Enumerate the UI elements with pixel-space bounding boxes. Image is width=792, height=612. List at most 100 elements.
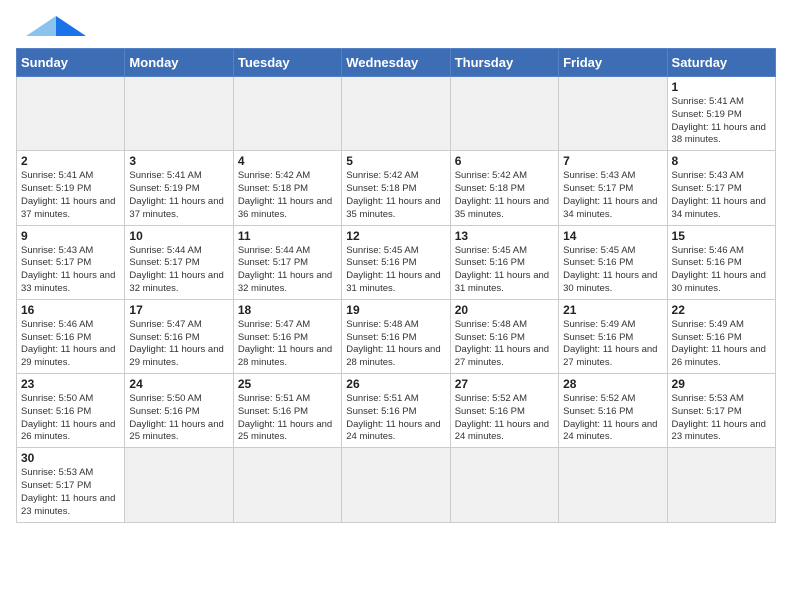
calendar-cell: 30 Sunrise: 5:53 AM Sunset: 5:17 PM Dayli… [17, 448, 125, 522]
calendar-cell: 22 Sunrise: 5:49 AM Sunset: 5:16 PM Dayli… [667, 299, 775, 373]
day-number: 13 [455, 229, 554, 243]
day-info: Sunrise: 5:51 AM Sunset: 5:16 PM Dayligh… [238, 393, 337, 444]
calendar-cell: 23 Sunrise: 5:50 AM Sunset: 5:16 PM Dayli… [17, 374, 125, 448]
day-number: 25 [238, 377, 337, 391]
calendar-week-row: 1Sunrise: 5:41 AM Sunset: 5:19 PM Daylig… [17, 77, 776, 151]
calendar-cell: 1Sunrise: 5:41 AM Sunset: 5:19 PM Daylig… [667, 77, 775, 151]
page-header [16, 16, 776, 36]
day-number: 20 [455, 303, 554, 317]
calendar-cell: 13 Sunrise: 5:45 AM Sunset: 5:16 PM Dayli… [450, 225, 558, 299]
day-number: 6 [455, 154, 554, 168]
calendar-cell [667, 448, 775, 522]
calendar-cell [233, 77, 341, 151]
day-info: Sunrise: 5:48 AM Sunset: 5:16 PM Dayligh… [346, 319, 445, 370]
calendar-cell: 9Sunrise: 5:43 AM Sunset: 5:17 PM Daylig… [17, 225, 125, 299]
day-info: Sunrise: 5:48 AM Sunset: 5:16 PM Dayligh… [455, 319, 554, 370]
calendar-cell [125, 77, 233, 151]
calendar-week-row: 23 Sunrise: 5:50 AM Sunset: 5:16 PM Dayli… [17, 374, 776, 448]
calendar-cell: 6Sunrise: 5:42 AM Sunset: 5:18 PM Daylig… [450, 151, 558, 225]
day-number: 17 [129, 303, 228, 317]
day-info: Sunrise: 5:53 AM Sunset: 5:17 PM Dayligh… [21, 467, 120, 518]
calendar-table: SundayMondayTuesdayWednesdayThursdayFrid… [16, 48, 776, 523]
calendar-cell: 11Sunrise: 5:44 AM Sunset: 5:17 PM Dayli… [233, 225, 341, 299]
day-info: Sunrise: 5:43 AM Sunset: 5:17 PM Dayligh… [672, 170, 771, 221]
day-number: 30 [21, 451, 120, 465]
logo-icon [16, 16, 86, 36]
day-info: Sunrise: 5:41 AM Sunset: 5:19 PM Dayligh… [21, 170, 120, 221]
calendar-cell: 19 Sunrise: 5:48 AM Sunset: 5:16 PM Dayli… [342, 299, 450, 373]
calendar-cell [17, 77, 125, 151]
calendar-cell: 8 Sunrise: 5:43 AM Sunset: 5:17 PM Daylig… [667, 151, 775, 225]
day-info: Sunrise: 5:50 AM Sunset: 5:16 PM Dayligh… [129, 393, 228, 444]
day-number: 12 [346, 229, 445, 243]
day-info: Sunrise: 5:43 AM Sunset: 5:17 PM Dayligh… [21, 245, 120, 296]
day-number: 16 [21, 303, 120, 317]
calendar-week-row: 2 Sunrise: 5:41 AM Sunset: 5:19 PM Daylig… [17, 151, 776, 225]
day-info: Sunrise: 5:49 AM Sunset: 5:16 PM Dayligh… [672, 319, 771, 370]
calendar-week-row: 30 Sunrise: 5:53 AM Sunset: 5:17 PM Dayli… [17, 448, 776, 522]
calendar-cell: 20 Sunrise: 5:48 AM Sunset: 5:16 PM Dayli… [450, 299, 558, 373]
calendar-cell: 10Sunrise: 5:44 AM Sunset: 5:17 PM Dayli… [125, 225, 233, 299]
day-number: 23 [21, 377, 120, 391]
day-number: 22 [672, 303, 771, 317]
calendar-cell [559, 448, 667, 522]
day-number: 24 [129, 377, 228, 391]
day-number: 4 [238, 154, 337, 168]
calendar-cell: 12 Sunrise: 5:45 AM Sunset: 5:16 PM Dayli… [342, 225, 450, 299]
day-number: 26 [346, 377, 445, 391]
day-info: Sunrise: 5:41 AM Sunset: 5:19 PM Dayligh… [672, 96, 771, 147]
calendar-cell: 2 Sunrise: 5:41 AM Sunset: 5:19 PM Daylig… [17, 151, 125, 225]
calendar-cell: 16 Sunrise: 5:46 AM Sunset: 5:16 PM Dayli… [17, 299, 125, 373]
day-info: Sunrise: 5:49 AM Sunset: 5:16 PM Dayligh… [563, 319, 662, 370]
weekday-header: Tuesday [233, 49, 341, 77]
day-info: Sunrise: 5:47 AM Sunset: 5:16 PM Dayligh… [238, 319, 337, 370]
weekday-header: Saturday [667, 49, 775, 77]
day-info: Sunrise: 5:46 AM Sunset: 5:16 PM Dayligh… [21, 319, 120, 370]
day-info: Sunrise: 5:51 AM Sunset: 5:16 PM Dayligh… [346, 393, 445, 444]
weekday-header: Sunday [17, 49, 125, 77]
day-number: 18 [238, 303, 337, 317]
calendar-cell: 27 Sunrise: 5:52 AM Sunset: 5:16 PM Dayli… [450, 374, 558, 448]
day-number: 8 [672, 154, 771, 168]
calendar-cell [233, 448, 341, 522]
calendar-cell: 17Sunrise: 5:47 AM Sunset: 5:16 PM Dayli… [125, 299, 233, 373]
day-number: 19 [346, 303, 445, 317]
day-info: Sunrise: 5:53 AM Sunset: 5:17 PM Dayligh… [672, 393, 771, 444]
day-info: Sunrise: 5:52 AM Sunset: 5:16 PM Dayligh… [455, 393, 554, 444]
day-number: 29 [672, 377, 771, 391]
day-number: 2 [21, 154, 120, 168]
day-info: Sunrise: 5:44 AM Sunset: 5:17 PM Dayligh… [129, 245, 228, 296]
day-info: Sunrise: 5:45 AM Sunset: 5:16 PM Dayligh… [563, 245, 662, 296]
logo [16, 16, 86, 36]
day-number: 7 [563, 154, 662, 168]
calendar-cell: 3Sunrise: 5:41 AM Sunset: 5:19 PM Daylig… [125, 151, 233, 225]
calendar-cell: 7Sunrise: 5:43 AM Sunset: 5:17 PM Daylig… [559, 151, 667, 225]
calendar-cell [342, 77, 450, 151]
day-number: 28 [563, 377, 662, 391]
day-info: Sunrise: 5:52 AM Sunset: 5:16 PM Dayligh… [563, 393, 662, 444]
day-info: Sunrise: 5:41 AM Sunset: 5:19 PM Dayligh… [129, 170, 228, 221]
day-info: Sunrise: 5:50 AM Sunset: 5:16 PM Dayligh… [21, 393, 120, 444]
day-info: Sunrise: 5:42 AM Sunset: 5:18 PM Dayligh… [346, 170, 445, 221]
calendar-cell: 14Sunrise: 5:45 AM Sunset: 5:16 PM Dayli… [559, 225, 667, 299]
day-number: 27 [455, 377, 554, 391]
day-info: Sunrise: 5:42 AM Sunset: 5:18 PM Dayligh… [238, 170, 337, 221]
calendar-cell: 5 Sunrise: 5:42 AM Sunset: 5:18 PM Daylig… [342, 151, 450, 225]
calendar-cell: 29 Sunrise: 5:53 AM Sunset: 5:17 PM Dayli… [667, 374, 775, 448]
calendar-cell: 24 Sunrise: 5:50 AM Sunset: 5:16 PM Dayli… [125, 374, 233, 448]
calendar-week-row: 9Sunrise: 5:43 AM Sunset: 5:17 PM Daylig… [17, 225, 776, 299]
day-info: Sunrise: 5:45 AM Sunset: 5:16 PM Dayligh… [455, 245, 554, 296]
calendar-week-row: 16 Sunrise: 5:46 AM Sunset: 5:16 PM Dayli… [17, 299, 776, 373]
weekday-header: Monday [125, 49, 233, 77]
calendar-cell: 26 Sunrise: 5:51 AM Sunset: 5:16 PM Dayli… [342, 374, 450, 448]
day-number: 5 [346, 154, 445, 168]
calendar-cell [342, 448, 450, 522]
calendar-cell: 18 Sunrise: 5:47 AM Sunset: 5:16 PM Dayli… [233, 299, 341, 373]
calendar-cell: 28 Sunrise: 5:52 AM Sunset: 5:16 PM Dayli… [559, 374, 667, 448]
day-info: Sunrise: 5:46 AM Sunset: 5:16 PM Dayligh… [672, 245, 771, 296]
calendar-cell: 25 Sunrise: 5:51 AM Sunset: 5:16 PM Dayli… [233, 374, 341, 448]
calendar-header-row: SundayMondayTuesdayWednesdayThursdayFrid… [17, 49, 776, 77]
day-info: Sunrise: 5:45 AM Sunset: 5:16 PM Dayligh… [346, 245, 445, 296]
weekday-header: Friday [559, 49, 667, 77]
day-number: 15 [672, 229, 771, 243]
